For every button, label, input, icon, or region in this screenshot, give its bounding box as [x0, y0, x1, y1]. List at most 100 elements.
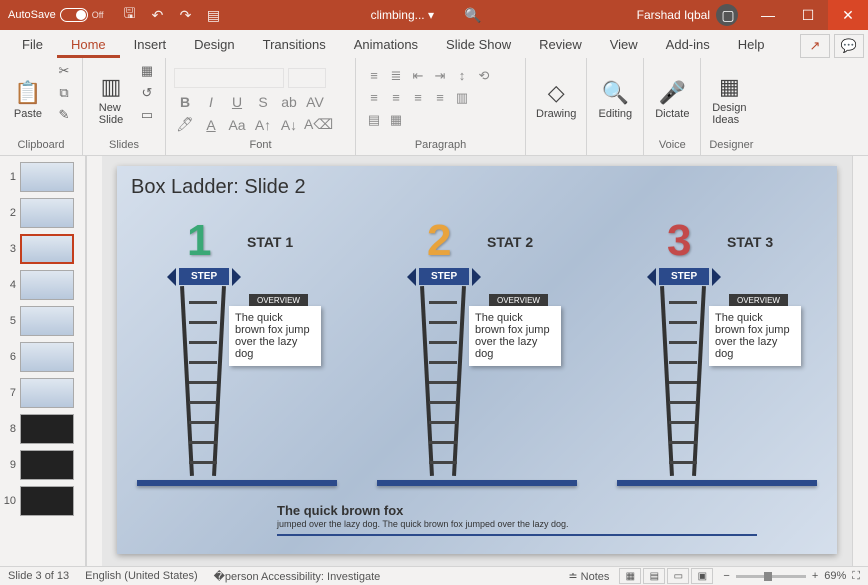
design-ideas-button[interactable]: ▦ Design Ideas: [709, 62, 749, 137]
clipboard-icon: 📋: [14, 80, 41, 106]
user-name[interactable]: Farshad Iqbal: [637, 8, 710, 22]
thumbnail[interactable]: 6: [2, 342, 83, 372]
ladder-graphic: [183, 286, 223, 476]
copy-icon[interactable]: ⧉: [54, 84, 74, 102]
format-painter-icon[interactable]: ✎: [54, 106, 74, 124]
tab-review[interactable]: Review: [525, 31, 596, 58]
shrink-font-icon[interactable]: A↓: [278, 117, 300, 133]
font-color-icon[interactable]: 🖊: [174, 116, 196, 133]
zoom-slider[interactable]: [736, 575, 806, 578]
italic-button[interactable]: I: [200, 94, 222, 110]
maximize-icon[interactable]: ☐: [788, 0, 828, 30]
reading-view-icon[interactable]: ▭: [667, 568, 689, 584]
indent-inc-icon[interactable]: ⇥: [430, 68, 450, 84]
tab-slide-show[interactable]: Slide Show: [432, 31, 525, 58]
save-icon[interactable]: 🖫: [120, 5, 140, 25]
indent-dec-icon[interactable]: ⇤: [408, 68, 428, 84]
strike-button[interactable]: S: [252, 94, 274, 110]
slide-title: Box Ladder: Slide 2: [131, 176, 306, 199]
section-icon[interactable]: ▭: [137, 106, 157, 124]
thumbnail[interactable]: 5: [2, 306, 83, 336]
align-center-icon[interactable]: ≡: [386, 90, 406, 106]
underline-button[interactable]: U: [226, 94, 248, 110]
thumbnail[interactable]: 7: [2, 378, 83, 408]
tab-file[interactable]: File: [8, 31, 57, 58]
numbering-icon[interactable]: ≣: [386, 68, 406, 84]
align-text-icon[interactable]: ▤: [364, 112, 384, 128]
highlight-icon[interactable]: A: [200, 117, 222, 133]
slide-indicator[interactable]: Slide 3 of 13: [8, 570, 69, 582]
dictate-button[interactable]: 🎤 Dictate: [652, 62, 692, 137]
sorter-view-icon[interactable]: ▤: [643, 568, 665, 584]
change-case-icon[interactable]: Aa: [226, 117, 248, 133]
tab-add-ins[interactable]: Add-ins: [652, 31, 724, 58]
ribbon-options-icon[interactable]: ▢: [708, 0, 748, 30]
align-right-icon[interactable]: ≡: [408, 90, 428, 106]
thumbnail[interactable]: 2: [2, 198, 83, 228]
group-label: Clipboard: [8, 137, 74, 155]
editing-button[interactable]: 🔍 Editing: [595, 62, 635, 137]
cut-icon[interactable]: ✂: [54, 62, 74, 80]
accessibility-button[interactable]: �person Accessibility: Investigate: [214, 570, 381, 583]
reset-icon[interactable]: ↺: [137, 84, 157, 102]
canvas-scrollbar[interactable]: [852, 156, 868, 566]
shadow-button[interactable]: ab: [278, 94, 300, 110]
thumbnail[interactable]: 4: [2, 270, 83, 300]
thumbnail[interactable]: 3: [2, 234, 83, 264]
bold-button[interactable]: B: [174, 94, 196, 110]
base-bar: [137, 480, 337, 486]
tab-animations[interactable]: Animations: [340, 31, 432, 58]
bullets-icon[interactable]: ≡: [364, 68, 384, 84]
close-icon[interactable]: ✕: [828, 0, 868, 30]
smartart-icon[interactable]: ▦: [386, 112, 406, 128]
share-icon[interactable]: ↗: [800, 34, 830, 58]
redo-icon[interactable]: ↷: [176, 5, 196, 25]
align-left-icon[interactable]: ≡: [364, 90, 384, 106]
thumb-scrollbar[interactable]: [86, 156, 102, 566]
thumbnail[interactable]: 8: [2, 414, 83, 444]
group-label: Slides: [91, 137, 157, 155]
columns-icon[interactable]: ▥: [452, 90, 472, 106]
thumbnail[interactable]: 10: [2, 486, 83, 516]
language-button[interactable]: English (United States): [85, 570, 198, 582]
present-icon[interactable]: ▤: [204, 5, 224, 25]
grow-font-icon[interactable]: A↑: [252, 117, 274, 133]
clear-format-icon[interactable]: A⌫: [304, 116, 326, 133]
search-icon[interactable]: 🔍: [464, 7, 481, 24]
new-slide-button[interactable]: ▥ New Slide: [91, 62, 131, 137]
undo-icon[interactable]: ↶: [148, 5, 168, 25]
filename[interactable]: climbing...: [371, 8, 425, 22]
tab-view[interactable]: View: [596, 31, 652, 58]
find-icon: 🔍: [602, 80, 629, 106]
tab-design[interactable]: Design: [180, 31, 248, 58]
tab-insert[interactable]: Insert: [120, 31, 181, 58]
slideshow-view-icon[interactable]: ▣: [691, 568, 713, 584]
char-spacing-icon[interactable]: AV: [304, 94, 326, 110]
zoom-level[interactable]: 69%: [824, 570, 846, 582]
comments-icon[interactable]: 💬: [834, 34, 864, 58]
base-bar: [377, 480, 577, 486]
paste-button[interactable]: 📋 Paste: [8, 62, 48, 137]
autosave-toggle[interactable]: [60, 8, 88, 22]
stat-label: STAT 3: [727, 234, 773, 250]
drawing-button[interactable]: ◇ Drawing: [534, 62, 578, 137]
tab-help[interactable]: Help: [724, 31, 779, 58]
line-spacing-icon[interactable]: ↕: [452, 68, 472, 84]
normal-view-icon[interactable]: ▦: [619, 568, 641, 584]
autosave-state: Off: [92, 10, 104, 20]
zoom-out-button[interactable]: −: [723, 570, 729, 582]
tab-home[interactable]: Home: [57, 31, 120, 58]
layout-icon[interactable]: ▦: [137, 62, 157, 80]
step-badge: STEP: [659, 268, 709, 285]
justify-icon[interactable]: ≡: [430, 90, 450, 106]
tab-transitions[interactable]: Transitions: [249, 31, 340, 58]
thumbnail[interactable]: 1: [2, 162, 83, 192]
zoom-in-button[interactable]: +: [812, 570, 818, 582]
notes-button[interactable]: ≐ Notes: [568, 570, 609, 583]
thumbnail[interactable]: 9: [2, 450, 83, 480]
text-direction-icon[interactable]: ⟲: [474, 68, 494, 84]
fit-window-icon[interactable]: ⛶: [852, 570, 860, 583]
minimize-icon[interactable]: —: [748, 0, 788, 30]
slide-canvas[interactable]: Box Ladder: Slide 2 1STAT 1STEPOVERVIEWT…: [117, 166, 837, 554]
slide-thumbnails[interactable]: 1 2 3 4 5 6 7 8 9 10: [0, 156, 86, 566]
